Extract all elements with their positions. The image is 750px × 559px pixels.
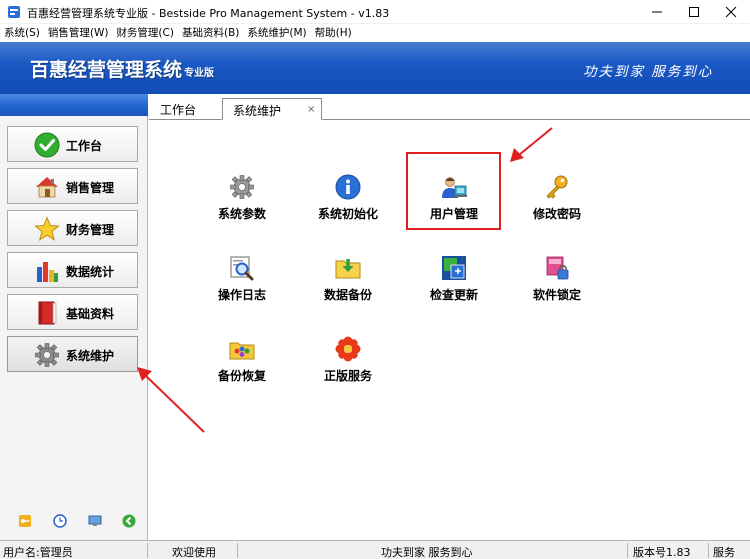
tile-change-password[interactable]: 修改密码: [511, 174, 601, 230]
key-icon: [546, 175, 568, 199]
close-button[interactable]: [708, 0, 750, 24]
sidebar-item-workbench[interactable]: 工作台: [7, 126, 138, 162]
flower-icon: [335, 336, 361, 362]
window-title: 百惠经营管理系统专业版 - Bestside Pro Management Sy…: [27, 7, 390, 20]
tab-close-icon[interactable]: ×: [307, 104, 315, 115]
tile-operation-log[interactable]: 操作日志: [196, 255, 286, 311]
tab-workbench[interactable]: 工作台: [160, 101, 196, 122]
gear-icon: [35, 343, 59, 367]
lock-icon: [546, 256, 569, 280]
back-arrow-icon[interactable]: [122, 514, 136, 528]
menu-sales[interactable]: 销售管理(W): [44, 24, 113, 42]
menu-finance[interactable]: 财务管理(C): [112, 24, 178, 42]
close-icon: [725, 6, 737, 18]
brand-edition: 专业版: [184, 68, 215, 79]
info-icon: [335, 174, 361, 200]
status-service: 服务: [713, 546, 735, 559]
tile-system-params[interactable]: 系统参数: [196, 174, 286, 230]
check-icon: [34, 132, 60, 158]
monitor-icon[interactable]: [88, 514, 102, 528]
search-log-icon: [230, 256, 254, 281]
clock-icon[interactable]: [53, 514, 67, 528]
menu-help[interactable]: 帮助(H): [311, 24, 356, 42]
brand-name: 百惠经营管理系统: [30, 59, 183, 81]
banner-slogan: 功夫到家 服务到心: [583, 64, 714, 80]
tile-label: 备份恢复: [217, 369, 266, 383]
menu-system[interactable]: 系统(S): [0, 24, 44, 42]
star-icon: [34, 216, 60, 241]
sidebar-item-statistics[interactable]: 数据统计: [7, 252, 138, 288]
tile-check-update[interactable]: 检查更新: [408, 255, 498, 311]
status-user: 用户名:管理员: [3, 546, 73, 559]
tile-label: 正版服务: [323, 369, 372, 383]
folder-backup-icon: [335, 259, 361, 279]
tile-label: 操作日志: [217, 288, 266, 302]
sidebar-item-label: 销售管理: [66, 181, 115, 195]
tab-label: 系统维护: [233, 104, 282, 118]
minimize-icon: [652, 11, 662, 13]
sidebar-item-sales[interactable]: 销售管理: [7, 168, 138, 204]
tile-backup-restore[interactable]: 备份恢复: [196, 336, 286, 392]
sidebar-item-basic-data[interactable]: 基础资料: [7, 294, 138, 330]
menu-maintenance[interactable]: 系统维护(M): [243, 24, 310, 42]
tile-system-init[interactable]: 系统初始化: [302, 174, 392, 230]
menu-bar: 系统(S) 销售管理(W) 财务管理(C) 基础资料(B) 系统维护(M) 帮助…: [0, 24, 750, 42]
book-icon: [38, 301, 57, 325]
tab-system-maintenance[interactable]: 系统维护 ×: [222, 98, 322, 120]
key-icon[interactable]: [18, 514, 32, 528]
app-icon: [8, 6, 20, 18]
house-icon: [36, 177, 58, 198]
update-icon: [442, 256, 466, 280]
sidebar: 工作台 销售管理 财务管理 数据统计 基础资料 系统维护: [0, 94, 148, 540]
tile-label: 修改密码: [532, 207, 581, 221]
menu-basic-data[interactable]: 基础资料(B): [178, 24, 243, 42]
sidebar-header: [0, 94, 148, 116]
title-bar: 百惠经营管理系统专业版 - Bestside Pro Management Sy…: [0, 0, 750, 24]
tab-strip: 工作台 系统维护 ×: [149, 94, 750, 120]
brand-title: 百惠经营管理系统 专业版: [30, 55, 214, 82]
sidebar-item-finance[interactable]: 财务管理: [7, 210, 138, 246]
sidebar-item-label: 财务管理: [66, 223, 115, 237]
tile-label: 系统初始化: [317, 207, 378, 221]
maximize-icon: [689, 7, 699, 17]
tile-label: 数据备份: [323, 288, 372, 302]
main-panel: 工作台 系统维护 × 系统参数 系统初始化 用户管理 修改密码 操作日志 数据备…: [149, 94, 750, 540]
tab-label: 工作台: [160, 103, 197, 117]
restore-icon: [229, 342, 255, 360]
header-banner: 百惠经营管理系统 专业版 功夫到家 服务到心: [0, 42, 750, 94]
status-bar: 用户名:管理员 欢迎使用 功夫到家 服务到心 版本号1.83 服务: [0, 540, 750, 559]
tile-software-lock[interactable]: 软件锁定: [511, 255, 601, 311]
tile-label: 系统参数: [217, 207, 266, 221]
highlight-box: [406, 152, 501, 230]
status-welcome: 欢迎使用: [172, 546, 216, 559]
tile-label: 软件锁定: [532, 288, 581, 302]
bar-chart-icon: [37, 262, 58, 282]
sidebar-item-maintenance[interactable]: 系统维护: [7, 336, 138, 372]
sidebar-item-label: 工作台: [66, 139, 103, 153]
tile-label: 检查更新: [429, 288, 478, 302]
tile-genuine-service[interactable]: 正版服务: [302, 336, 392, 392]
sidebar-item-label: 系统维护: [66, 349, 115, 363]
sidebar-item-label: 数据统计: [66, 265, 115, 279]
tile-data-backup[interactable]: 数据备份: [302, 255, 392, 311]
gear-icon: [230, 175, 254, 199]
sidebar-shortcuts: [0, 510, 148, 530]
status-version: 版本号1.83: [633, 546, 691, 559]
status-slogan: 功夫到家 服务到心: [381, 546, 473, 559]
sidebar-item-label: 基础资料: [66, 307, 115, 321]
